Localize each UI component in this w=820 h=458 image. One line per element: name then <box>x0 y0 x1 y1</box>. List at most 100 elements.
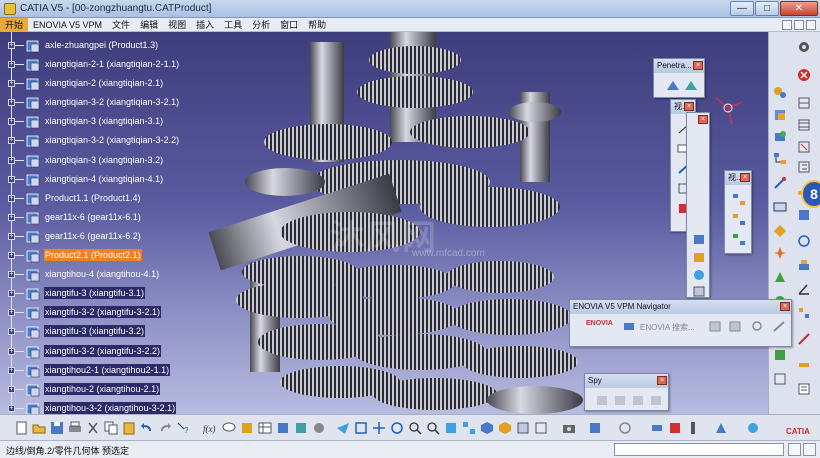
component-icon[interactable] <box>797 96 811 110</box>
command-input[interactable] <box>614 443 784 456</box>
distance-icon[interactable] <box>797 358 811 372</box>
expand-icon[interactable]: + <box>8 213 15 221</box>
notification-badge[interactable]: 8 <box>801 180 820 208</box>
menu-view[interactable]: 视图 <box>163 18 191 32</box>
new-icon[interactable] <box>14 421 28 435</box>
enovia-navigator-close[interactable]: × <box>780 302 790 311</box>
catalog-browser-icon[interactable] <box>276 421 290 435</box>
sectioning-icon[interactable] <box>773 348 787 362</box>
enovia-edit-icon[interactable] <box>772 320 786 333</box>
open-icon[interactable] <box>32 421 46 435</box>
view-toolbar-3-close[interactable]: × <box>740 173 750 182</box>
catalog-icon[interactable] <box>773 372 787 386</box>
lighting-icon[interactable] <box>692 269 706 282</box>
spy-forward-icon[interactable] <box>649 394 663 407</box>
annotation-icon[interactable] <box>797 382 811 396</box>
menu-enovia[interactable]: ENOVIA V5 VPM <box>28 18 107 32</box>
enovia-list-icon[interactable] <box>728 320 742 333</box>
menu-file[interactable]: 文件 <box>107 18 135 32</box>
tools-palette-icon[interactable] <box>714 421 728 435</box>
expand-icon[interactable]: + <box>8 42 15 49</box>
swap-visible-icon[interactable] <box>534 421 548 435</box>
close-button[interactable]: ✕ <box>780 1 818 16</box>
spy-filter-icon[interactable] <box>613 394 627 407</box>
expand-icon[interactable]: + <box>8 194 15 202</box>
whats-this-icon[interactable]: ? <box>176 421 190 435</box>
enovia-search-label[interactable]: ENOVIA 搜索... <box>640 322 695 333</box>
iso-view-icon[interactable] <box>480 421 494 435</box>
reuse-pattern-icon[interactable] <box>797 306 811 320</box>
expand-icon[interactable]: + <box>8 80 15 88</box>
material-icon[interactable] <box>746 421 760 435</box>
angle-icon[interactable] <box>797 282 811 296</box>
command-cancel-button[interactable] <box>803 443 816 456</box>
enovia-refresh-icon[interactable] <box>750 320 764 333</box>
spy-toolbar-title[interactable]: Spy <box>585 374 668 388</box>
multi-view-icon[interactable] <box>462 421 476 435</box>
command-execute-button[interactable] <box>788 443 801 456</box>
enovia-navigator-title[interactable]: ENOVIA V5 VPM Navigator <box>570 300 791 314</box>
expand-icon[interactable]: + <box>8 232 15 240</box>
part-icon[interactable] <box>797 118 811 132</box>
penetration-2-icon[interactable] <box>684 79 698 92</box>
minimize-button[interactable]: — <box>730 1 754 16</box>
knowledge-icon[interactable] <box>240 421 254 435</box>
expand-icon[interactable]: + <box>8 175 15 183</box>
expand-icon[interactable]: + <box>8 385 15 393</box>
fly-mode-icon[interactable] <box>336 421 350 435</box>
undo-icon[interactable] <box>140 421 154 435</box>
constraint-icon[interactable] <box>773 200 787 214</box>
graph-tree-icon[interactable] <box>773 152 787 166</box>
view-toolbar-1-close[interactable]: × <box>684 102 694 111</box>
expand-icon[interactable]: + <box>8 290 15 298</box>
tree-collapse-icon[interactable] <box>732 233 746 246</box>
spy-toolbar-close[interactable]: × <box>657 376 667 385</box>
bolt-icon[interactable] <box>686 421 700 435</box>
maximize-button[interactable]: □ <box>755 1 779 16</box>
assembly-icon[interactable] <box>773 86 787 100</box>
menu-insert[interactable]: 插入 <box>191 18 219 32</box>
clash-icon[interactable] <box>797 208 811 222</box>
redo-icon[interactable] <box>158 421 172 435</box>
fit-all-icon[interactable] <box>354 421 368 435</box>
expand-icon[interactable]: + <box>8 404 15 412</box>
expand-icon[interactable]: + <box>8 156 15 164</box>
expand-icon[interactable]: + <box>8 61 15 69</box>
cube-icon[interactable] <box>692 233 706 246</box>
zoom-in-icon[interactable] <box>408 421 422 435</box>
zoom-out-icon[interactable] <box>426 421 440 435</box>
analysis-icon[interactable] <box>650 421 664 435</box>
shading-icon[interactable] <box>498 421 512 435</box>
menu-start[interactable]: 开始 <box>0 17 29 32</box>
replace-icon[interactable] <box>797 140 811 154</box>
rotate-icon[interactable] <box>390 421 404 435</box>
measure-icon[interactable] <box>797 332 811 346</box>
penetration-icon[interactable] <box>666 79 680 92</box>
menu-help[interactable]: 帮助 <box>303 18 331 32</box>
fix-icon[interactable] <box>773 176 787 190</box>
expand-icon[interactable]: + <box>8 366 15 374</box>
refresh-icon[interactable] <box>618 421 632 435</box>
expand-icon[interactable]: + <box>8 99 15 107</box>
compass-icon[interactable] <box>708 88 748 128</box>
layer-icon[interactable] <box>692 251 706 264</box>
doc-restore-button[interactable] <box>794 19 804 30</box>
menu-tools[interactable]: 工具 <box>219 18 247 32</box>
cut-icon[interactable] <box>86 421 100 435</box>
print-icon[interactable] <box>68 421 82 435</box>
expand-icon[interactable]: + <box>8 252 15 260</box>
expand-icon[interactable]: + <box>8 137 15 145</box>
enovia-grid-icon[interactable] <box>708 320 722 333</box>
expand-icon[interactable]: + <box>8 118 15 126</box>
menu-edit[interactable]: 编辑 <box>135 18 163 32</box>
expand-icon[interactable]: + <box>8 328 15 336</box>
view-toolbar-2-close[interactable]: × <box>698 115 708 124</box>
tree-expand-icon[interactable] <box>732 213 746 226</box>
hide-show-icon[interactable] <box>516 421 530 435</box>
comment-icon[interactable] <box>222 421 236 435</box>
catalog-2-icon[interactable] <box>294 421 308 435</box>
spy-icon[interactable] <box>595 394 609 407</box>
formula-icon[interactable]: f(x) <box>202 421 216 435</box>
settings-icon[interactable] <box>797 40 811 54</box>
existing-component-icon[interactable] <box>773 130 787 144</box>
